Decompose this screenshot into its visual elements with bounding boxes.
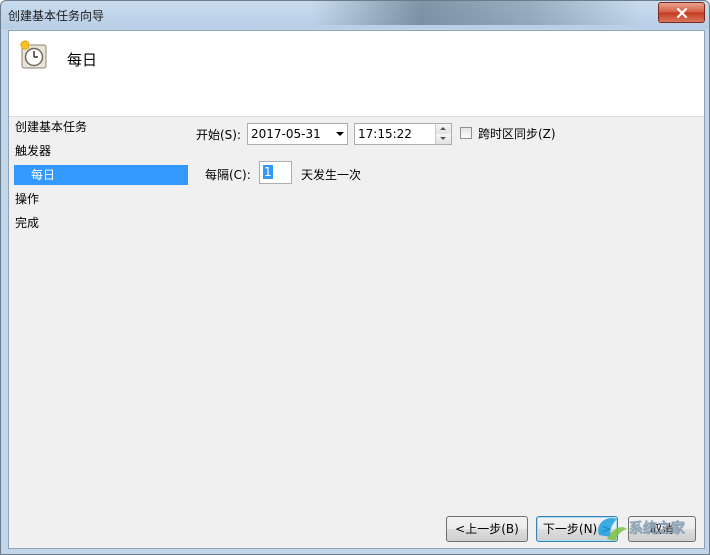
start-date-value: 2017-05-31 bbox=[251, 127, 321, 141]
nav-step-action[interactable]: 操作 bbox=[15, 189, 39, 209]
recur-days-value: 1 bbox=[263, 165, 273, 179]
nav-step-daily[interactable]: 每日 bbox=[14, 165, 188, 185]
recur-suffix: 天发生一次 bbox=[301, 168, 362, 182]
window-title: 创建基本任务向导 bbox=[8, 9, 105, 23]
start-time-spinner[interactable]: 17:15:22 bbox=[354, 123, 452, 145]
cancel-button[interactable]: 取消 bbox=[628, 516, 696, 542]
sync-timezone-label[interactable]: 跨时区同步(Z) bbox=[478, 126, 556, 142]
sync-timezone-checkbox[interactable] bbox=[460, 127, 472, 139]
page-title: 每日 bbox=[67, 51, 98, 69]
title-bar[interactable]: 创建基本任务向导 bbox=[1, 1, 709, 29]
nav-step-finish[interactable]: 完成 bbox=[15, 213, 39, 233]
back-button[interactable]: <上一步(B) bbox=[446, 516, 528, 542]
time-spin-buttons bbox=[435, 124, 451, 144]
wizard-header: 每日 bbox=[9, 31, 704, 117]
nav-step-trigger[interactable]: 触发器 bbox=[15, 141, 51, 161]
start-label: 开始(S): bbox=[196, 128, 242, 142]
recur-label: 每隔(C): bbox=[205, 168, 251, 182]
task-clock-icon bbox=[20, 40, 47, 69]
nav-step-create-basic-task[interactable]: 创建基本任务 bbox=[15, 117, 87, 137]
start-date-picker[interactable]: 2017-05-31 bbox=[247, 123, 348, 145]
spin-down-icon[interactable] bbox=[436, 134, 451, 144]
next-button[interactable]: 下一步(N) > bbox=[536, 516, 618, 542]
wizard-window: 创建基本任务向导 每日 创建基本任务 触发器 每日 操作 完成 开始(S): 2… bbox=[0, 0, 710, 555]
start-time-value: 17:15:22 bbox=[358, 127, 412, 141]
recur-days-input[interactable]: 1 bbox=[259, 161, 292, 184]
chevron-down-icon[interactable] bbox=[336, 132, 344, 136]
close-button[interactable] bbox=[658, 2, 705, 23]
wizard-client-area: 每日 创建基本任务 触发器 每日 操作 完成 开始(S): 2017-05-31… bbox=[8, 30, 705, 549]
title-bar-glow bbox=[311, 1, 641, 25]
close-icon bbox=[676, 7, 687, 18]
wizard-steps-nav: 创建基本任务 触发器 每日 操作 完成 bbox=[11, 117, 191, 497]
